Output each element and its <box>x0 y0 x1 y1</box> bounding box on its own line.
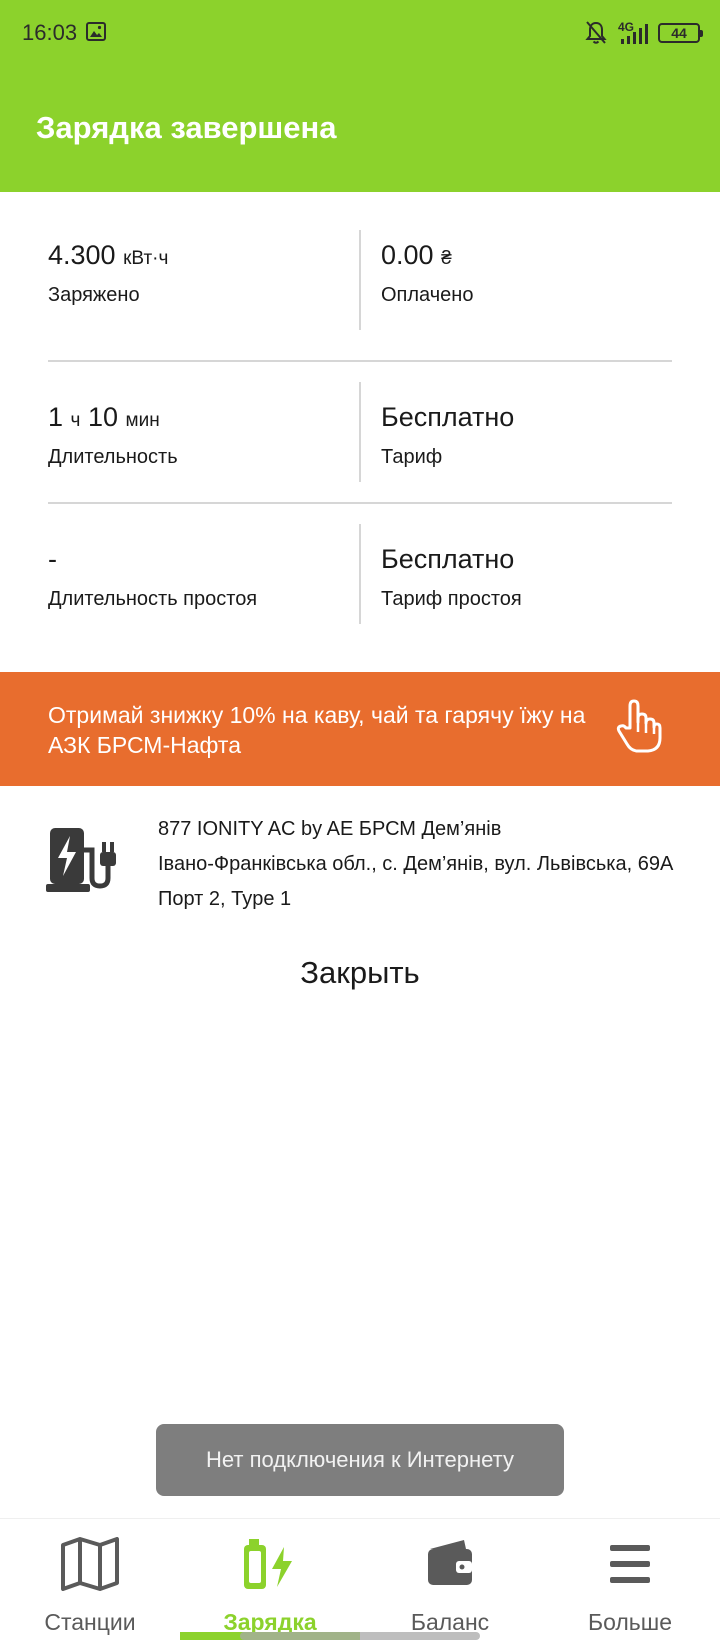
nav-item-stations[interactable]: Станции <box>0 1519 180 1640</box>
battery-icon: 44 <box>658 23 703 43</box>
paid-label: Оплачено <box>381 284 474 306</box>
charged-label: Заряжено <box>48 284 140 306</box>
toast-text: Нет подключения к Интернету <box>206 1447 514 1472</box>
charging-battery-icon <box>244 1539 292 1589</box>
idle-duration-label: Длительность простоя <box>48 588 258 610</box>
close-button[interactable]: Закрыть <box>0 955 720 991</box>
duration-value: 1 ч 10 мин <box>48 402 160 432</box>
battery-level: 44 <box>671 25 687 41</box>
home-gesture-bar[interactable] <box>240 1632 480 1640</box>
column-divider <box>359 230 361 330</box>
row-divider <box>48 502 672 504</box>
stats-row-energy: 4.300 кВт·ч Заряжено 0.00 ₴ Оплачено <box>48 230 672 360</box>
stats-row-duration: 1 ч 10 мин Длительность Бесплатно Тариф <box>48 382 672 542</box>
tariff-label: Тариф <box>381 446 443 468</box>
menu-icon <box>610 1545 650 1583</box>
idle-tariff-label: Тариф простоя <box>381 588 522 610</box>
ev-charger-icon <box>46 828 116 892</box>
charged-unit: кВт·ч <box>123 248 169 269</box>
tariff-value: Бесплатно <box>381 402 515 432</box>
status-bar: 16:03 4G 44 <box>0 0 720 66</box>
idle-tariff-cell: Бесплатно Тариф простоя <box>381 542 681 611</box>
gallery-notification-icon <box>86 22 106 41</box>
paid-cell: 0.00 ₴ Оплачено <box>381 238 681 307</box>
wallet-icon <box>428 1540 472 1585</box>
status-time: 16:03 <box>22 20 78 45</box>
map-icon <box>61 1537 119 1591</box>
hand-pointer-icon <box>616 699 662 753</box>
nav-item-charging[interactable]: Зарядка <box>180 1519 360 1640</box>
notifications-off-icon <box>585 21 607 44</box>
signal-icon: 4G <box>618 20 648 44</box>
duration-cell: 1 ч 10 мин Длительность <box>48 400 348 469</box>
session-summary: 4.300 кВт·ч Заряжено 0.00 ₴ Оплачено <box>48 230 672 360</box>
duration-label: Длительность <box>48 446 178 468</box>
idle-tariff-value: Бесплатно <box>381 544 515 574</box>
session-summary-duration: 1 ч 10 мин Длительность Бесплатно Тариф <box>48 382 672 542</box>
station-port: Порт 2, Type 1 <box>158 888 292 910</box>
column-divider <box>359 524 361 624</box>
tariff-cell: Бесплатно Тариф <box>381 400 681 469</box>
page-title: Зарядка завершена <box>36 110 337 145</box>
station-info: 877 IONITY AC by AE БРСМ Дем’янів Івано-… <box>158 812 673 917</box>
network-type-label: 4G <box>618 20 634 34</box>
idle-duration-cell: - Длительность простоя <box>48 542 348 611</box>
app-header: 16:03 4G 44 Зарядка завершена <box>0 0 720 192</box>
promo-text: Отримай знижку 10% на каву, чай та гаряч… <box>48 702 586 758</box>
charged-cell: 4.300 кВт·ч Заряжено <box>48 238 348 307</box>
idle-duration-value: - <box>48 544 57 574</box>
session-summary-idle: - Длительность простоя Бесплатно Тариф п… <box>48 524 672 684</box>
nav-label-stations: Станции <box>44 1609 136 1635</box>
station-address: Івано-Франківська обл., с. Дем’янів, вул… <box>158 853 674 875</box>
stats-row-idle: - Длительность простоя Бесплатно Тариф п… <box>48 524 672 684</box>
station-name: 877 IONITY AC by AE БРСМ Дем’янів <box>158 818 502 840</box>
charged-value: 4.300 кВт·ч <box>48 240 169 270</box>
nav-item-balance[interactable]: Баланс <box>360 1519 540 1640</box>
promo-banner[interactable]: Отримай знижку 10% на каву, чай та гаряч… <box>0 672 720 786</box>
currency-unit: ₴ <box>441 248 452 269</box>
paid-value: 0.00 ₴ <box>381 240 452 270</box>
no-connection-toast: Нет подключения к Интернету <box>156 1424 564 1496</box>
status-indicators: 4G 44 <box>584 18 703 48</box>
nav-label-more: Больше <box>587 1609 673 1635</box>
nav-item-more[interactable]: Больше <box>540 1519 720 1640</box>
row-divider <box>48 360 672 362</box>
bottom-navigation: Станции Зарядка Баланс Больше <box>0 1518 720 1640</box>
column-divider <box>359 382 361 482</box>
